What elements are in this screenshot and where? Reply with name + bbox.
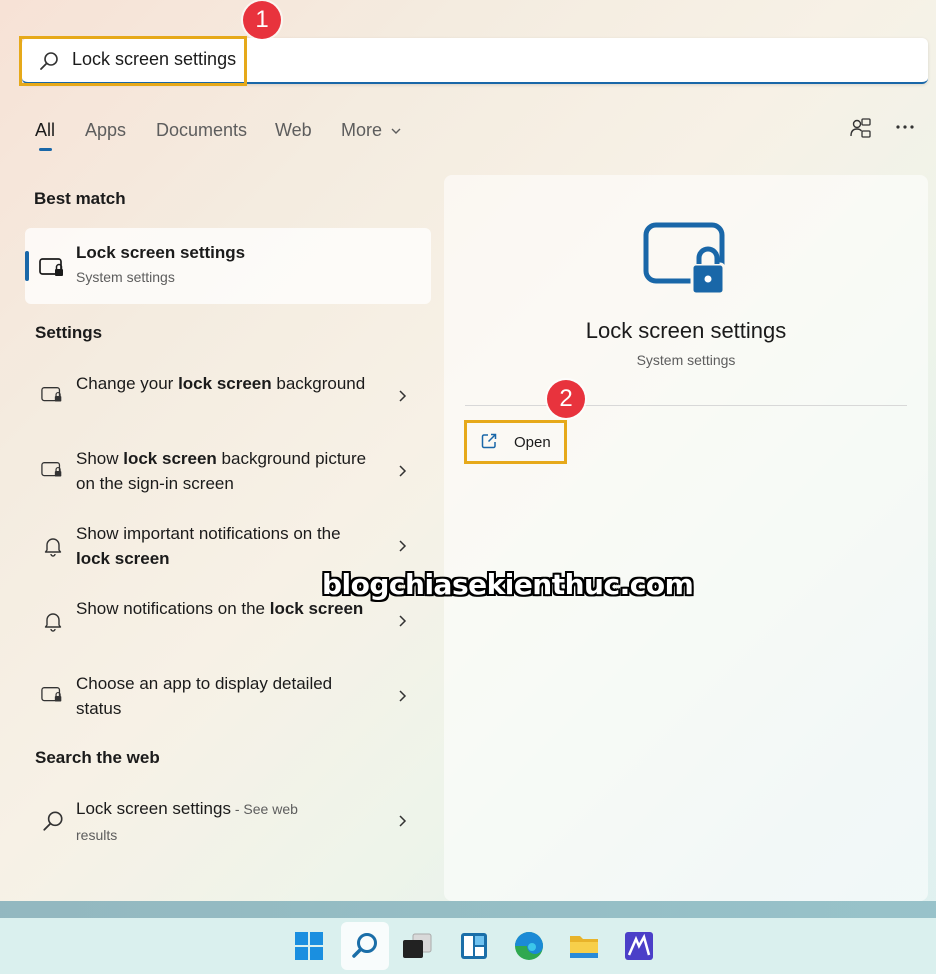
tab-active-indicator: [39, 148, 52, 151]
best-match-card[interactable]: [25, 228, 431, 304]
item-text-bold: lock screen: [76, 549, 170, 568]
item-text-bold: lock screen: [178, 374, 272, 393]
web-item-title: Lock screen settings: [76, 799, 231, 818]
share-icon[interactable]: [848, 116, 872, 140]
settings-item-1[interactable]: Change your lock screen background: [76, 371, 376, 396]
start-windows-icon[interactable]: [289, 926, 329, 966]
tab-more-label: More: [341, 120, 383, 140]
chevron-right-icon: [399, 815, 407, 827]
chevron-right-icon: [399, 465, 407, 477]
section-search-web: Search the web: [35, 748, 160, 767]
more-dots-icon[interactable]: [894, 116, 916, 138]
lock-screen-icon: [41, 462, 62, 477]
edge-browser-icon[interactable]: [509, 926, 549, 966]
tab-documents[interactable]: Documents: [156, 120, 247, 141]
taskbar-search-icon[interactable]: [345, 926, 385, 966]
tab-web[interactable]: Web: [275, 120, 312, 141]
lock-screen-icon: [41, 687, 62, 702]
chevron-right-icon: [399, 690, 407, 702]
section-settings: Settings: [35, 323, 103, 342]
item-text: background: [271, 374, 366, 393]
chevron-down-icon: [391, 128, 401, 135]
tab-more[interactable]: More: [341, 120, 402, 141]
settings-item-3[interactable]: Show important notifications on the lock…: [76, 521, 376, 571]
item-text: Show important notifications on the: [76, 524, 341, 543]
selection-indicator: [25, 251, 29, 281]
item-text: Show notifications on the: [76, 599, 270, 618]
best-match-title: Lock screen settings: [76, 243, 246, 262]
section-best-match: Best match: [34, 189, 126, 208]
tab-apps[interactable]: Apps: [85, 120, 126, 141]
settings-item-2[interactable]: Show lock screen background picture on t…: [76, 446, 376, 496]
bell-icon: [44, 613, 62, 632]
detail-title: Lock screen settings: [585, 318, 787, 343]
item-text: Show: [76, 449, 124, 468]
settings-item-5[interactable]: Choose an app to display detailed status: [76, 671, 356, 721]
item-text: Choose an app to display detailed status: [76, 674, 333, 718]
task-view-icon[interactable]: [397, 926, 437, 966]
divider: [465, 405, 907, 406]
best-match-subtitle: System settings: [76, 269, 175, 285]
taskbar-edge: [0, 901, 936, 918]
open-highlight-box: [464, 420, 567, 464]
item-text: Change your: [76, 374, 179, 393]
app-icon[interactable]: [619, 926, 659, 966]
chevron-right-icon: [399, 390, 407, 402]
tab-all[interactable]: All: [35, 120, 55, 141]
step-badge-2: 2: [547, 380, 585, 418]
search-icon: [43, 811, 63, 831]
lock-screen-icon: [643, 222, 726, 296]
detail-subtitle: System settings: [636, 352, 736, 368]
step-badge-1: 1: [243, 1, 281, 39]
file-explorer-icon[interactable]: [564, 926, 604, 966]
chevron-right-icon: [399, 615, 407, 627]
watermark: blogchiasekienthuc.com: [322, 568, 694, 601]
lock-screen-icon: [41, 387, 62, 402]
widgets-icon[interactable]: [454, 926, 494, 966]
lock-screen-icon: [39, 258, 63, 276]
web-search-item[interactable]: Lock screen settings - See web results: [76, 796, 326, 848]
bell-icon: [44, 538, 62, 557]
chevron-right-icon: [399, 540, 407, 552]
item-text-bold: lock screen: [123, 449, 217, 468]
item-text-bold: lock screen: [269, 599, 364, 618]
search-highlight-box: [19, 36, 247, 86]
